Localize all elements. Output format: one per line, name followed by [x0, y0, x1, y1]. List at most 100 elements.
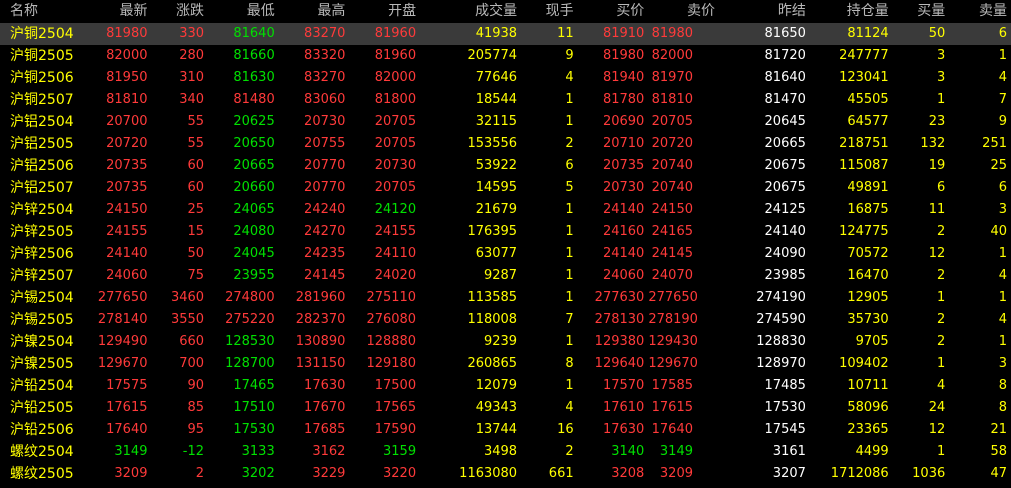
cell-last: 24155 [106, 224, 148, 239]
column-header-askvol[interactable]: 卖量 [949, 0, 1011, 23]
cell-askvol: 25 [990, 158, 1007, 173]
column-header-open[interactable]: 开盘 [349, 0, 420, 23]
quote-row[interactable]: 沪锌2506 24140 50 24045 24235 24110 63077 1 24140 2… [0, 243, 1011, 265]
cell-open: 128880 [366, 334, 417, 349]
cell-askvol: 1 [998, 48, 1007, 63]
cell-high: 24270 [304, 224, 346, 239]
quote-row[interactable]: 沪锌2507 24060 75 23955 24145 24020 9287 1 24060 24… [0, 265, 1011, 287]
cell-volume: 12079 [475, 378, 518, 393]
cell-name: 螺纹2505 [10, 466, 74, 482]
cell-name: 沪铅2505 [10, 400, 74, 416]
cell-last: 20735 [106, 158, 148, 173]
cell-name: 沪铜2507 [10, 92, 74, 108]
quote-row[interactable]: 沪铝2505 20720 55 20650 20755 20705 153556 2 20710… [0, 133, 1011, 155]
cell-low: 128700 [225, 356, 275, 371]
cell-bid: 81910 [577, 23, 649, 45]
column-header-bid[interactable]: 买价 [578, 0, 649, 23]
column-header-volume[interactable]: 成交量 [420, 0, 521, 23]
cell-change: 280 [179, 48, 205, 63]
quote-row[interactable]: 沪铜2504 81980 330 81640 83270 81960 41938 11 8191… [0, 23, 1011, 45]
cell-settle: 20665 [764, 136, 806, 151]
quote-row[interactable]: 沪镍2504 129490 660 128530 130890 128880 9239 1 12… [0, 331, 1011, 353]
cell-askvol: 1 [998, 290, 1007, 305]
cell-oi: 247777 [839, 48, 889, 63]
cell-bidvol: 2 [936, 334, 946, 349]
quote-row[interactable]: 沪锡2504 277650 3460 274800 281960 275110 113585… [0, 287, 1011, 309]
column-header-ask[interactable]: 卖价 [648, 0, 719, 23]
column-header-high[interactable]: 最高 [279, 0, 350, 23]
cell-last: 20735 [106, 180, 148, 195]
quote-row[interactable]: 沪铜2505 82000 280 81660 83320 81960 205774 9 8198… [0, 45, 1011, 67]
cell-current: 1 [565, 268, 574, 283]
cell-name: 沪镍2505 [10, 356, 74, 372]
cell-open: 24110 [374, 246, 417, 261]
cell-settle: 128830 [756, 334, 806, 349]
quote-row[interactable]: 沪锌2504 24150 25 24065 24240 24120 21679 1 24140 2… [0, 199, 1011, 221]
cell-low: 3133 [241, 444, 275, 459]
cell-last: 277650 [97, 290, 148, 305]
column-header-bidvol[interactable]: 买量 [893, 0, 950, 23]
cell-last: 20700 [106, 114, 148, 129]
cell-low: 24045 [233, 246, 275, 261]
quote-row[interactable]: 沪铝2504 20700 55 20625 20730 20705 32115 1 20690 2… [0, 111, 1011, 133]
cell-settle: 24125 [764, 202, 806, 217]
cell-last: 81980 [80, 23, 152, 45]
cell-volume: 153556 [467, 136, 518, 151]
quote-row[interactable]: 螺纹2504 3149 -12 3133 3162 3159 3498 2 3140 3149 31… [0, 441, 1011, 463]
cell-volume: 113585 [467, 290, 518, 305]
cell-bid: 17630 [602, 422, 645, 437]
cell-open: 24155 [374, 224, 417, 239]
cell-bidvol: 50 [892, 23, 950, 45]
cell-name: 沪锌2504 [10, 202, 74, 218]
cell-open: 276080 [366, 312, 417, 327]
quote-row[interactable]: 沪铝2507 20735 60 20660 20770 20705 14595 5 20730 2… [0, 177, 1011, 199]
column-header-current[interactable]: 现手 [521, 0, 578, 23]
column-header-last[interactable]: 最新 [81, 0, 152, 23]
quote-row[interactable]: 沪镍2505 129670 700 128700 131150 129180 260865 8… [0, 353, 1011, 375]
cell-current: 1 [565, 378, 574, 393]
quote-row[interactable]: 沪锡2505 278140 3550 275220 282370 276080 118008… [0, 309, 1011, 331]
cell-settle: 17530 [764, 400, 806, 415]
column-header-low[interactable]: 最低 [208, 0, 279, 23]
cell-bid: 24140 [602, 202, 645, 217]
cell-low: 128530 [225, 334, 275, 349]
quote-row[interactable]: 沪铅2504 17575 90 17465 17630 17500 12079 1 17570 1… [0, 375, 1011, 397]
cell-low: 81630 [233, 70, 275, 85]
cell-ask: 17615 [651, 400, 693, 415]
cell-bidvol: 4 [936, 378, 946, 393]
quote-row[interactable]: 沪铅2505 17615 85 17510 17670 17565 49343 4 17610 1… [0, 397, 1011, 419]
quote-row[interactable]: 沪锌2505 24155 15 24080 24270 24155 176395 1 24160… [0, 221, 1011, 243]
cell-low: 81640 [208, 23, 279, 45]
cell-low: 20660 [233, 180, 275, 195]
cell-oi: 64577 [847, 114, 889, 129]
cell-askvol: 1 [998, 334, 1007, 349]
column-header-oi[interactable]: 持仓量 [810, 0, 893, 23]
quote-row[interactable]: 沪铜2507 81810 340 81480 83060 81800 18544 1 81780… [0, 89, 1011, 111]
cell-settle: 3207 [772, 466, 806, 481]
cell-askvol: 4 [998, 70, 1007, 85]
cell-low: 81660 [233, 48, 275, 63]
cell-current: 1 [565, 246, 574, 261]
column-header-change[interactable]: 涨跌 [151, 0, 208, 23]
cell-askvol: 8 [998, 378, 1007, 393]
cell-change: 90 [187, 378, 205, 393]
quote-row[interactable]: 螺纹2505 3209 2 3202 3229 3220 1163080 661 3208 320… [0, 463, 1011, 485]
quote-row[interactable]: 沪铅2506 17640 95 17530 17685 17590 13744 16 17630… [0, 419, 1011, 441]
column-header-name[interactable]: 名称 [0, 0, 81, 23]
quote-row[interactable]: 沪铝2506 20735 60 20665 20770 20730 53922 6 20735 2… [0, 155, 1011, 177]
cell-current: 1 [565, 334, 574, 349]
cell-oi: 16470 [847, 268, 889, 283]
cell-change: 700 [179, 356, 205, 371]
cell-high: 3229 [312, 466, 346, 481]
cell-settle: 274590 [756, 312, 806, 327]
cell-oi: 9705 [855, 334, 889, 349]
cell-ask: 81970 [651, 70, 693, 85]
quote-row[interactable]: 沪铜2506 81950 310 81630 83270 82000 77646 4 81940… [0, 67, 1011, 89]
cell-change: -12 [182, 444, 205, 459]
cell-high: 17630 [304, 378, 346, 393]
cell-settle: 81470 [764, 92, 806, 107]
cell-ask: 24145 [651, 246, 693, 261]
column-header-settle[interactable]: 昨结 [719, 0, 810, 23]
cell-bidvol: 2 [936, 224, 946, 239]
cell-open: 17590 [374, 422, 417, 437]
